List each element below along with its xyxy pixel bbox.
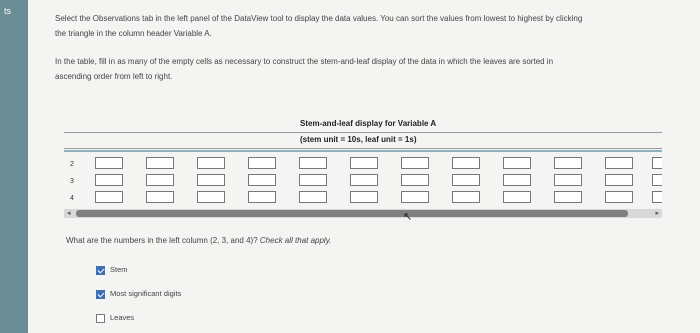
- scrollbar-thumb[interactable]: [76, 210, 628, 217]
- leaf-cell[interactable]: [401, 157, 429, 169]
- instruction-paragraph-2: In the table, fill in as many of the emp…: [55, 54, 675, 84]
- leaf-cell[interactable]: [401, 174, 429, 186]
- leaf-cell[interactable]: [299, 174, 327, 186]
- leaf-cell[interactable]: [248, 157, 276, 169]
- leaf-cell[interactable]: [95, 174, 123, 186]
- leaf-cell[interactable]: [554, 191, 582, 203]
- table-title: Stem-and-leaf display for Variable A: [300, 119, 437, 128]
- mouse-cursor-icon: ↖: [403, 211, 413, 223]
- leaf-cell[interactable]: [652, 174, 662, 186]
- table-header-rule: [64, 148, 662, 149]
- leaf-cell[interactable]: [146, 191, 174, 203]
- scroll-left-icon[interactable]: ◂: [67, 209, 71, 217]
- instruction-line-1: Select the Observations tab in the left …: [55, 14, 583, 23]
- leaf-cell[interactable]: [503, 157, 531, 169]
- checkbox-unchecked-icon[interactable]: [96, 313, 105, 323]
- instruction-paragraph-1: Select the Observations tab in the left …: [55, 11, 675, 41]
- leaf-cell[interactable]: [605, 157, 633, 169]
- scroll-right-icon[interactable]: ▸: [655, 209, 659, 217]
- leaf-cell[interactable]: [350, 174, 378, 186]
- left-panel-strip: ts: [0, 0, 28, 333]
- checkbox-checked-icon[interactable]: [96, 265, 105, 275]
- option-leaves[interactable]: Leaves: [96, 313, 134, 323]
- leaf-cell[interactable]: [452, 157, 480, 169]
- leaf-cell[interactable]: [197, 174, 225, 186]
- option-stem[interactable]: Stem: [96, 265, 128, 275]
- leaf-cell[interactable]: [652, 191, 662, 203]
- sidebar-label: ts: [4, 6, 12, 16]
- leaf-cell[interactable]: [197, 191, 225, 203]
- leaf-cell[interactable]: [605, 174, 633, 186]
- leaf-cell[interactable]: [452, 191, 480, 203]
- instruction-line-3: In the table, fill in as many of the emp…: [55, 57, 554, 66]
- leaf-cell[interactable]: [554, 157, 582, 169]
- leaf-cell[interactable]: [146, 174, 174, 186]
- leaf-cell[interactable]: [503, 191, 531, 203]
- table-horizontal-scrollbar[interactable]: ◂ ▸: [64, 209, 662, 218]
- leaf-cell[interactable]: [248, 174, 276, 186]
- table-header-band: [64, 150, 662, 152]
- checkbox-checked-icon[interactable]: [96, 289, 105, 299]
- question-hint: Check all that apply.: [259, 236, 332, 245]
- option-most-significant-digits[interactable]: Most significant digits: [96, 289, 181, 299]
- leaf-cell[interactable]: [197, 157, 225, 169]
- leaf-cell[interactable]: [95, 191, 123, 203]
- leaf-cell[interactable]: [554, 174, 582, 186]
- table-subtitle: (stem unit = 10s, leaf unit = 1s): [300, 135, 417, 144]
- option-label: Leaves: [110, 313, 135, 322]
- leaf-cell[interactable]: [350, 191, 378, 203]
- question-text: What are the numbers in the left column …: [66, 236, 331, 245]
- leaf-cell[interactable]: [503, 174, 531, 186]
- table-top-rule: [64, 132, 662, 133]
- leaf-cell[interactable]: [146, 157, 174, 169]
- option-label: Most significant digits: [110, 289, 182, 298]
- option-label: Stem: [110, 265, 128, 274]
- instruction-line-4: ascending order from left to right.: [55, 72, 173, 81]
- leaf-cell[interactable]: [95, 157, 123, 169]
- leaf-cell[interactable]: [248, 191, 276, 203]
- leaf-cell[interactable]: [401, 191, 429, 203]
- leaf-cell[interactable]: [652, 157, 662, 169]
- leaf-cell[interactable]: [299, 157, 327, 169]
- leaf-cell[interactable]: [452, 174, 480, 186]
- stem-label: 4: [70, 195, 74, 202]
- leaf-cell[interactable]: [605, 191, 633, 203]
- instruction-line-2: the triangle in the column header Variab…: [55, 29, 212, 38]
- stem-label: 3: [70, 178, 74, 185]
- leaf-cell[interactable]: [299, 191, 327, 203]
- stem-label: 2: [70, 161, 74, 168]
- question-prompt: What are the numbers in the left column …: [66, 236, 260, 245]
- leaf-cell[interactable]: [350, 157, 378, 169]
